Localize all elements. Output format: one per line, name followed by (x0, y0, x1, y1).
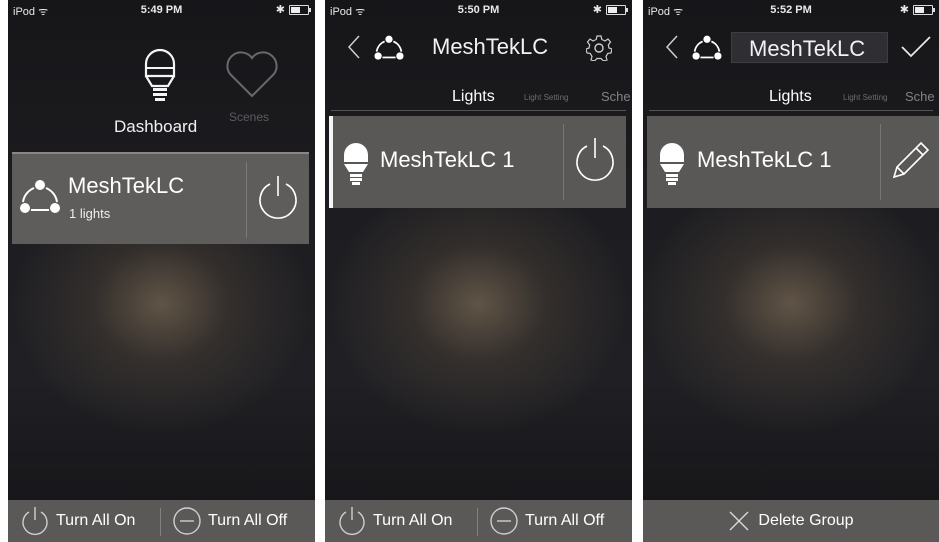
tab-lights[interactable]: Lights (769, 88, 812, 106)
status-time: 5:49 PM (140, 4, 183, 16)
heart-icon[interactable] (224, 50, 280, 100)
tab-light-setting[interactable]: Light Setting (843, 93, 887, 102)
status-right: ✱ (899, 3, 935, 16)
bluetooth-icon: ✱ (899, 4, 909, 16)
light-name: MeshTekLC 1 (380, 147, 515, 172)
gear-icon[interactable] (586, 35, 612, 61)
pencil-icon[interactable] (891, 140, 931, 180)
turn-all-on-label: Turn All On (56, 512, 136, 529)
bottom-divider (160, 508, 161, 536)
group-icon (691, 34, 723, 62)
turn-all-off-label: Turn All Off (208, 512, 288, 529)
bottom-bar: Turn All On Turn All Off (325, 500, 632, 542)
turn-all-off-button[interactable]: Turn All Off (489, 500, 604, 542)
card-divider (246, 162, 247, 238)
group-name-field-value: MeshTekLC (749, 36, 866, 61)
back-chevron-icon[interactable] (665, 34, 679, 60)
group-name-field[interactable]: MeshTekLC (731, 32, 888, 63)
selection-indicator (329, 116, 333, 208)
power-icon[interactable] (256, 174, 300, 222)
edit-group-screen: iPod ᯤ 5:52 PM ✱ MeshTekLC Lights Light … (643, 0, 939, 542)
status-right: ✱ (592, 3, 628, 16)
status-bar: iPod ᯤ 5:52 PM ✱ (643, 0, 939, 20)
turn-all-on-button[interactable]: Turn All On (337, 500, 452, 542)
bluetooth-icon: ✱ (592, 4, 602, 16)
turn-all-off-label: Turn All Off (525, 512, 605, 529)
battery-icon (606, 4, 628, 15)
turn-all-off-button[interactable]: Turn All Off (172, 500, 287, 542)
bottom-bar: Turn All On Turn All Off (8, 500, 315, 542)
tab-lights[interactable]: Lights (452, 88, 495, 106)
bottom-bar: Delete Group (643, 500, 939, 542)
delete-group-button[interactable]: Delete Group (643, 500, 939, 542)
status-time: 5:50 PM (457, 4, 500, 16)
dashboard-screen: iPod ᯤ 5:49 PM ✱ Dashboard Scenes MeshTe… (8, 0, 315, 542)
power-icon (337, 505, 367, 537)
status-bar: iPod ᯤ 5:50 PM ✱ (325, 0, 632, 20)
light-card[interactable]: MeshTekLC 1 (329, 116, 626, 208)
minus-circle-icon (172, 506, 202, 536)
group-card[interactable]: MeshTekLC 1 lights (12, 152, 309, 244)
card-divider (880, 124, 881, 200)
group-icon (373, 34, 405, 62)
scenes-tab-label[interactable]: Scenes (229, 110, 269, 124)
tab-light-setting[interactable]: Light Setting (524, 93, 568, 102)
turn-all-on-label: Turn All On (373, 512, 453, 529)
status-right: ✱ (275, 3, 311, 16)
tab-underline (331, 110, 626, 111)
group-light-count: 1 lights (69, 206, 111, 221)
status-bar: iPod ᯤ 5:49 PM ✱ (8, 0, 315, 20)
check-icon[interactable] (901, 36, 931, 58)
turn-all-on-button[interactable]: Turn All On (20, 500, 135, 542)
battery-icon (913, 4, 935, 15)
status-time: 5:52 PM (770, 4, 812, 16)
tab-schedule[interactable]: Sche (905, 89, 935, 104)
minus-circle-icon (489, 506, 519, 536)
light-name: MeshTekLC 1 (697, 147, 832, 172)
tab-schedule[interactable]: Sche (601, 89, 631, 104)
group-detail-screen: iPod ᯤ 5:50 PM ✱ MeshTekLC Lights Light … (325, 0, 632, 542)
lightbulb-icon (657, 140, 687, 188)
lightbulb-icon (341, 140, 371, 188)
page-title: MeshTekLC (432, 34, 549, 59)
light-card[interactable]: MeshTekLC 1 (647, 116, 939, 208)
back-chevron-icon[interactable] (347, 34, 361, 60)
power-icon (20, 505, 50, 537)
bluetooth-icon: ✱ (275, 4, 285, 16)
group-icon (18, 178, 62, 216)
battery-icon (289, 4, 311, 15)
bottom-divider (477, 508, 478, 536)
tab-underline (649, 110, 933, 111)
power-icon[interactable] (573, 136, 617, 184)
dashboard-tab-label[interactable]: Dashboard (114, 117, 197, 137)
group-name: MeshTekLC (68, 173, 185, 198)
close-x-icon (728, 510, 750, 532)
delete-group-label: Delete Group (758, 512, 854, 529)
lightbulb-icon[interactable] (138, 42, 182, 104)
card-divider (563, 124, 564, 200)
